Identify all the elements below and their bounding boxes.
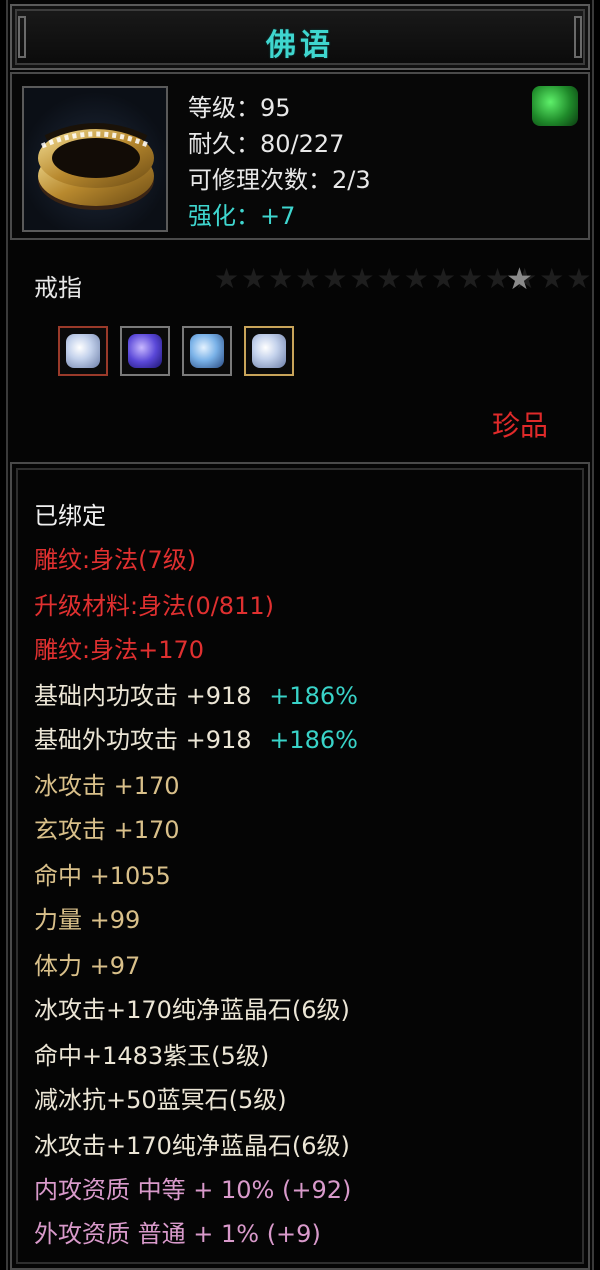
blue-crystal-gem-icon[interactable] [182, 326, 232, 376]
outer-attack-line: 基础外功攻击 +918 +186% [34, 720, 358, 755]
white-diamond-gem-icon[interactable] [244, 326, 294, 376]
inner-attack-base: 基础内功攻击 +918 [34, 682, 252, 710]
title-bar: 佛语 [10, 4, 590, 70]
stamina-line: 体力 +97 [34, 952, 141, 980]
hit-line: 命中 +1055 [34, 862, 171, 890]
item-name: 佛语 [266, 28, 334, 63]
strength-line: 力量 +99 [34, 906, 141, 934]
ring-icon [22, 86, 168, 232]
bound-status: 已绑定 [34, 502, 106, 530]
gem-bonus-line: 减冰抗+50蓝冥石(5级) [34, 1086, 287, 1114]
outer-attack-base: 基础外功攻击 +918 [34, 726, 252, 754]
star-rating-lit: ★ [506, 262, 533, 297]
item-type: 戒指 [34, 274, 82, 302]
inner-attack-pct: +186% [269, 682, 358, 710]
gem-bonus-line: 冰攻击+170纯净蓝晶石(6级) [34, 1132, 350, 1160]
star-rating-empty: ★★★★★★★★★★★★★★ [214, 262, 594, 295]
white-diamond-gem-icon[interactable] [58, 326, 108, 376]
upgrade-material-line: 升级材料:身法(0/811) [34, 592, 274, 620]
item-enhance: 强化：+7 [188, 202, 296, 230]
ice-attack-line: 冰攻击 +170 [34, 772, 180, 800]
gem-bonus-line: 冰攻击+170纯净蓝晶石(6级) [34, 996, 350, 1024]
inner-quality-line: 内攻资质 中等 + 10% (+92) [34, 1176, 352, 1204]
purple-gem-icon[interactable] [120, 326, 170, 376]
green-dragon-badge-icon [532, 86, 578, 126]
item-level: 等级：95 [188, 94, 291, 122]
gem-bonus-line: 命中+1483紫玉(5级) [34, 1042, 270, 1070]
outer-attack-pct: +186% [269, 726, 358, 754]
inner-attack-line: 基础内功攻击 +918 +186% [34, 676, 358, 711]
quality-label: 珍品 [492, 409, 549, 442]
mystic-attack-line: 玄攻击 +170 [34, 816, 180, 844]
outer-quality-line: 外攻资质 普通 + 1% (+9) [34, 1220, 321, 1248]
engrave-line: 雕纹:身法(7级) [34, 546, 197, 574]
item-repair-count: 可修理次数：2/3 [188, 166, 371, 194]
engrave-bonus-line: 雕纹:身法+170 [34, 636, 205, 664]
item-durability: 耐久：80/227 [188, 130, 345, 158]
